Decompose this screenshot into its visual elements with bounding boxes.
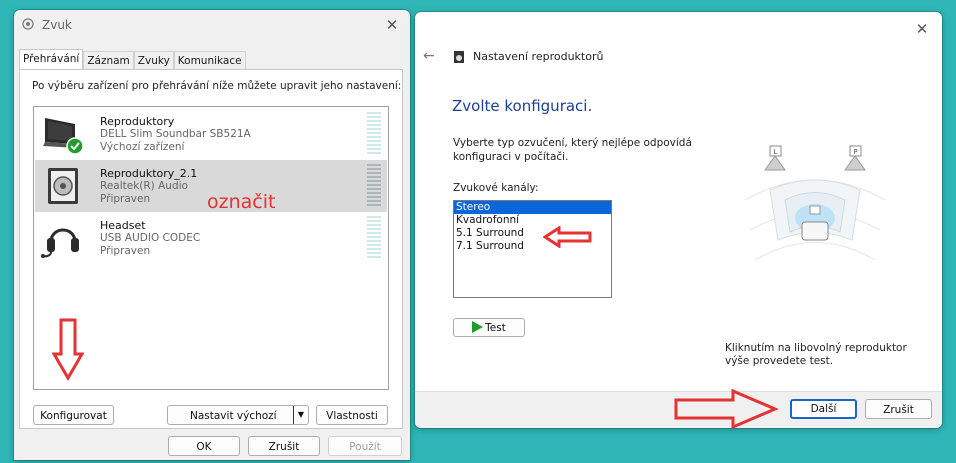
device-item-headset[interactable]: Headset USB AUDIO CODEC Připraven [35,212,387,264]
device-description: USB AUDIO CODEC [100,232,201,244]
device-item-reproduktory[interactable]: Reproduktory DELL Slim Soundbar SB521A V… [35,108,387,160]
right-speaker-icon[interactable] [844,155,866,171]
close-button[interactable]: ✕ [380,14,404,36]
properties-button[interactable]: Vlastnosti [316,405,388,425]
device-description: DELL Slim Soundbar SB521A [100,128,251,140]
set-default-label: Nastavit výchozí [190,410,277,422]
tab-sounds[interactable]: Zvuky [133,51,174,71]
device-description: Realtek(R) Audio [100,180,188,192]
down-arrow-annotation [52,318,84,381]
channel-option-stereo[interactable]: Stereo [454,201,611,214]
device-name: Headset [100,219,146,232]
description-text: Vyberte typ ozvučení, který nejlépe odpo… [453,137,692,163]
level-meter [367,112,381,156]
speaker-icon [48,168,78,204]
tab-strip: Přehrávání Záznam Zvuky Komunikace [19,49,246,71]
mark-annotation: označit [207,191,276,213]
right-speaker-letter: P [853,148,857,156]
speaker-icon [454,51,464,63]
level-meter [367,216,381,260]
right-arrow-annotation [674,388,779,430]
device-status: Připraven [100,193,151,205]
speaker-layout-diagram: L P [744,145,886,261]
hint-text: Kliknutím na libovolný reproduktor výše … [725,342,907,367]
cancel-button[interactable]: Zrušit [865,399,932,419]
device-name: Reproduktory [100,115,175,128]
page-heading: Zvolte konfiguraci. [452,97,593,115]
title-bar: Zvuk ✕ [14,10,410,40]
back-arrow-icon[interactable]: ← [423,48,435,64]
device-list: Reproduktory DELL Slim Soundbar SB521A V… [33,106,389,390]
ok-button[interactable]: OK [168,436,240,456]
dialog-button-row: OK Zrušit Použít [14,433,410,460]
window-title: Nastavení reproduktorů [473,50,604,63]
tab-playback[interactable]: Přehrávání [19,49,84,71]
chevron-down-icon[interactable]: ▼ [293,406,308,424]
left-speaker-icon[interactable] [764,155,786,171]
device-name: Reproduktory_2.1 [100,167,198,180]
configure-button[interactable]: Konfigurovat [33,405,114,425]
play-icon [472,321,484,333]
device-status: Připraven [100,245,151,257]
channels-list[interactable]: Stereo Kvadrofonní 5.1 Surround 7.1 Surr… [453,200,612,298]
set-default-button[interactable]: Nastavit výchozí ▼ [167,405,309,425]
tab-communications[interactable]: Komunikace [173,51,246,71]
window-title: Zvuk [42,18,72,32]
next-button[interactable]: Další [790,399,857,419]
monitor-icon [43,118,84,155]
instruction-text: Po výběru zařízení pro přehrávání níže m… [32,80,402,92]
tab-recording[interactable]: Záznam [83,51,134,71]
left-arrow-annotation [543,226,592,248]
close-button[interactable]: ✕ [910,18,934,40]
speaker-app-icon [22,18,34,30]
device-status: Výchozí zařízení [100,141,185,153]
speaker-setup-dialog: ✕ ← Nastavení reproduktorů Zvolte konfig… [415,12,942,428]
headset-icon [41,228,79,258]
channels-label: Zvukové kanály: [453,182,539,194]
left-speaker-letter: L [774,148,778,156]
sound-dialog: Zvuk ✕ Přehrávání Záznam Zvuky Komunikac… [14,10,410,460]
cancel-button[interactable]: Zrušit [248,436,320,456]
level-meter [367,164,381,208]
test-button[interactable]: Test [453,318,525,337]
apply-button[interactable]: Použít [328,436,402,456]
test-label: Test [485,322,506,334]
